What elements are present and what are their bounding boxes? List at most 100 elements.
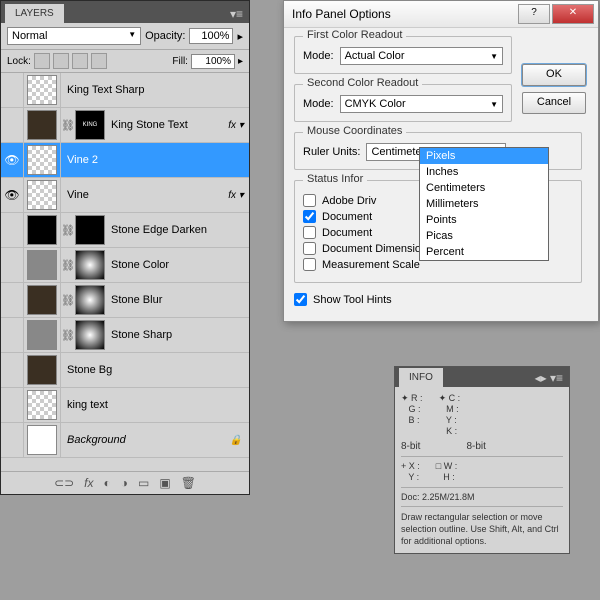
lock-position-icon[interactable] — [72, 53, 88, 69]
layer-name[interactable]: Stone Blur — [105, 294, 223, 306]
layer-row[interactable]: ⛓KING King Stone Text fx ▾ — [1, 108, 249, 143]
layer-row[interactable]: 👁 Vine fx ▾ — [1, 178, 249, 213]
tab-info[interactable]: INFO — [399, 368, 443, 387]
layer-name[interactable]: Stone Bg — [61, 364, 223, 376]
visibility-toggle[interactable] — [1, 108, 24, 142]
fx-indicator[interactable]: fx ▾ — [223, 120, 249, 131]
fill-value[interactable]: 100% — [191, 54, 235, 69]
layer-name[interactable]: Stone Color — [105, 259, 223, 271]
visibility-toggle[interactable] — [1, 283, 24, 317]
layer-mask-thumb[interactable]: KING — [75, 110, 105, 140]
layers-panel: LAYERS ▾≡ Normal▼ Opacity: 100%▸ Lock: F… — [0, 0, 250, 495]
layer-name[interactable]: King Stone Text — [105, 119, 223, 131]
rgb-readout: ✦ R : G : B : — [401, 393, 423, 437]
dropdown-option[interactable]: Inches — [420, 164, 548, 180]
layer-mask-thumb[interactable] — [75, 215, 105, 245]
layer-row[interactable]: ⛓ Stone Edge Darken — [1, 213, 249, 248]
first-mode-select[interactable]: Actual Color▼ — [340, 47, 503, 65]
dropdown-option[interactable]: Picas — [420, 228, 548, 244]
layer-name[interactable]: King Text Sharp — [61, 84, 223, 96]
layer-thumb[interactable] — [27, 215, 57, 245]
link-icon[interactable]: ⛓ — [61, 224, 75, 237]
fx-indicator[interactable]: fx ▾ — [223, 190, 249, 201]
layer-thumb[interactable] — [27, 180, 57, 210]
group-icon[interactable]: ▭ — [138, 476, 149, 490]
opacity-value[interactable]: 100% — [189, 28, 233, 44]
layer-name[interactable]: king text — [61, 399, 223, 411]
layer-thumb[interactable] — [27, 320, 57, 350]
ok-button[interactable]: OK — [522, 64, 586, 86]
cancel-button[interactable]: Cancel — [522, 92, 586, 114]
status-checkbox[interactable] — [303, 258, 316, 271]
dropdown-option[interactable]: Centimeters — [420, 180, 548, 196]
trash-icon[interactable]: 🗑 — [181, 476, 196, 490]
status-checkbox[interactable] — [303, 226, 316, 239]
adjustment-icon[interactable]: ◑ — [121, 476, 128, 490]
show-tool-hints-checkbox[interactable] — [294, 293, 307, 306]
doc-size: Doc: 2.25M/21.8M — [401, 492, 563, 502]
link-layers-icon[interactable]: ⊂⊃ — [54, 476, 74, 490]
layer-row[interactable]: King Text Sharp — [1, 73, 249, 108]
mask-icon[interactable]: ◐ — [104, 476, 111, 490]
link-icon[interactable]: ⛓ — [61, 294, 75, 307]
layer-row[interactable]: ⛓ Stone Sharp — [1, 318, 249, 353]
dialog-titlebar[interactable]: Info Panel Options ? ✕ — [284, 1, 598, 28]
layer-thumb[interactable] — [27, 355, 57, 385]
lock-transparent-icon[interactable] — [34, 53, 50, 69]
link-icon[interactable]: ⛓ — [61, 119, 75, 132]
layer-row[interactable]: ⛓ Stone Blur — [1, 283, 249, 318]
layer-thumb[interactable] — [27, 285, 57, 315]
visibility-toggle[interactable]: 👁 — [1, 143, 24, 177]
tab-layers[interactable]: LAYERS — [5, 4, 64, 23]
layer-name[interactable]: Vine — [61, 189, 223, 201]
blend-mode-select[interactable]: Normal▼ — [7, 27, 141, 45]
visibility-toggle[interactable] — [1, 388, 24, 422]
layer-row[interactable]: Background 🔒 — [1, 423, 249, 458]
second-mode-select[interactable]: CMYK Color▼ — [340, 95, 503, 113]
status-checkbox[interactable] — [303, 194, 316, 207]
layer-name[interactable]: Vine 2 — [61, 154, 223, 166]
lock-image-icon[interactable] — [53, 53, 69, 69]
layer-mask-thumb[interactable] — [75, 320, 105, 350]
ruler-units-dropdown[interactable]: PixelsInchesCentimetersMillimetersPoints… — [419, 147, 549, 261]
visibility-toggle[interactable] — [1, 213, 24, 247]
dropdown-option[interactable]: Pixels — [420, 148, 548, 164]
status-checkbox[interactable] — [303, 242, 316, 255]
new-layer-icon[interactable]: ▣ — [159, 476, 170, 490]
layer-row[interactable]: king text — [1, 388, 249, 423]
link-icon[interactable]: ⛓ — [61, 329, 75, 342]
visibility-toggle[interactable] — [1, 318, 24, 352]
visibility-toggle[interactable] — [1, 73, 24, 107]
dropdown-option[interactable]: Millimeters — [420, 196, 548, 212]
help-button[interactable]: ? — [518, 4, 550, 24]
layer-mask-thumb[interactable] — [75, 250, 105, 280]
layer-thumb[interactable] — [27, 145, 57, 175]
layer-name[interactable]: Stone Edge Darken — [105, 224, 223, 236]
layer-thumb[interactable] — [27, 390, 57, 420]
layer-row[interactable]: Stone Bg — [1, 353, 249, 388]
panel-menu-icon[interactable]: ▾≡ — [224, 5, 249, 23]
dropdown-option[interactable]: Points — [420, 212, 548, 228]
layer-thumb[interactable] — [27, 75, 57, 105]
visibility-toggle[interactable] — [1, 248, 24, 282]
visibility-toggle[interactable]: 👁 — [1, 178, 24, 212]
layer-thumb[interactable] — [27, 250, 57, 280]
layer-thumb[interactable] — [27, 110, 57, 140]
visibility-toggle[interactable] — [1, 423, 24, 457]
close-button[interactable]: ✕ — [552, 4, 594, 24]
layer-row[interactable]: 👁 Vine 2 — [1, 143, 249, 178]
layer-thumb[interactable] — [27, 425, 57, 455]
link-icon[interactable]: ⛓ — [61, 259, 75, 272]
visibility-toggle[interactable] — [1, 353, 24, 387]
layer-name[interactable]: Background — [61, 434, 223, 446]
lock-all-icon[interactable] — [91, 53, 107, 69]
fx-indicator[interactable]: 🔒 — [223, 435, 249, 446]
status-checkbox[interactable] — [303, 210, 316, 223]
dropdown-option[interactable]: Percent — [420, 244, 548, 260]
info-panel-options-dialog: Info Panel Options ? ✕ OK Cancel First C… — [283, 0, 599, 322]
fx-icon[interactable]: fx — [84, 476, 93, 490]
layer-name[interactable]: Stone Sharp — [105, 329, 223, 341]
layer-row[interactable]: ⛓ Stone Color — [1, 248, 249, 283]
layer-mask-thumb[interactable] — [75, 285, 105, 315]
info-panel-menu-icon[interactable]: ◂▸ ▾≡ — [529, 369, 569, 387]
